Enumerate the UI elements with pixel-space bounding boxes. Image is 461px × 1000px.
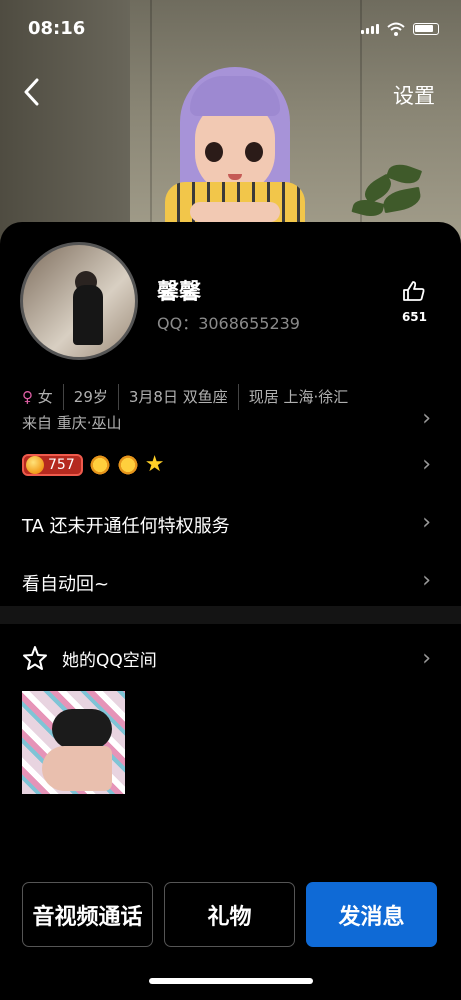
send-message-button[interactable]: 发消息 — [306, 882, 437, 947]
profile-card: 馨馨 QQ：3068655239 651 ♀ 女 29岁 3月8日 双鱼座 现居 上海… — [0, 222, 461, 612]
cartoon-character — [150, 62, 320, 232]
status-bar: 08:16 — [0, 0, 461, 60]
like-count: 651 — [401, 310, 427, 324]
star-icon: ★ — [144, 452, 165, 477]
level-badges[interactable]: 757 ★ — [22, 454, 164, 476]
gender: 女 — [37, 388, 53, 406]
wifi-icon — [387, 22, 405, 36]
qq-zone-row[interactable]: 她的QQ空间 — [22, 645, 157, 671]
female-icon: ♀ — [22, 388, 33, 406]
age: 29岁 — [62, 384, 118, 410]
like-button[interactable]: 651 — [402, 280, 427, 324]
star-outline-icon — [23, 646, 47, 670]
level-number: 757 — [48, 457, 75, 473]
home-indicator[interactable] — [149, 978, 313, 984]
plant-decoration — [351, 160, 433, 230]
status-icons — [361, 22, 439, 36]
zone-photo[interactable] — [22, 691, 125, 794]
avatar[interactable] — [20, 242, 138, 360]
birthday: 3月8日 双鱼座 — [117, 384, 238, 410]
call-button[interactable]: 音视频通话 — [22, 882, 153, 947]
privilege-row[interactable]: TA 还未开通任何特权服务 — [22, 512, 230, 538]
gift-button[interactable]: 礼物 — [164, 882, 295, 947]
residence: 现居 上海·徐汇 — [237, 384, 359, 410]
qq-zone-title: 她的QQ空间 — [62, 650, 157, 671]
chevron-left-icon — [24, 78, 39, 106]
profile-name: 馨馨 — [157, 280, 202, 305]
coin-icon — [26, 456, 44, 474]
auto-reply-row[interactable]: 看自动回~ — [22, 570, 109, 596]
profile-info[interactable]: ♀ 女 29岁 3月8日 双鱼座 现居 上海·徐汇 来自 重庆·巫山 — [22, 384, 417, 436]
info-chevron-icon[interactable]: › — [422, 406, 431, 431]
settings-button[interactable]: 设置 — [393, 80, 435, 110]
badges-chevron-icon[interactable]: › — [422, 452, 431, 477]
sun-icon — [116, 454, 139, 476]
sun-icon — [88, 454, 111, 476]
level-badge: 757 — [22, 454, 83, 476]
section-divider — [0, 606, 461, 624]
action-bar: 音视频通话 礼物 发消息 — [22, 882, 437, 947]
zone-chevron-icon[interactable]: › — [422, 646, 431, 671]
status-time: 08:16 — [28, 18, 86, 39]
qq-number: QQ：3068655239 — [157, 314, 300, 333]
battery-icon — [413, 23, 439, 35]
auto-reply-chevron-icon[interactable]: › — [422, 568, 431, 593]
thumbs-up-icon — [403, 281, 425, 301]
signal-icon — [361, 24, 379, 34]
privilege-chevron-icon[interactable]: › — [422, 510, 431, 535]
hometown: 来自 重庆·巫山 — [22, 414, 122, 432]
back-button[interactable] — [22, 78, 40, 112]
